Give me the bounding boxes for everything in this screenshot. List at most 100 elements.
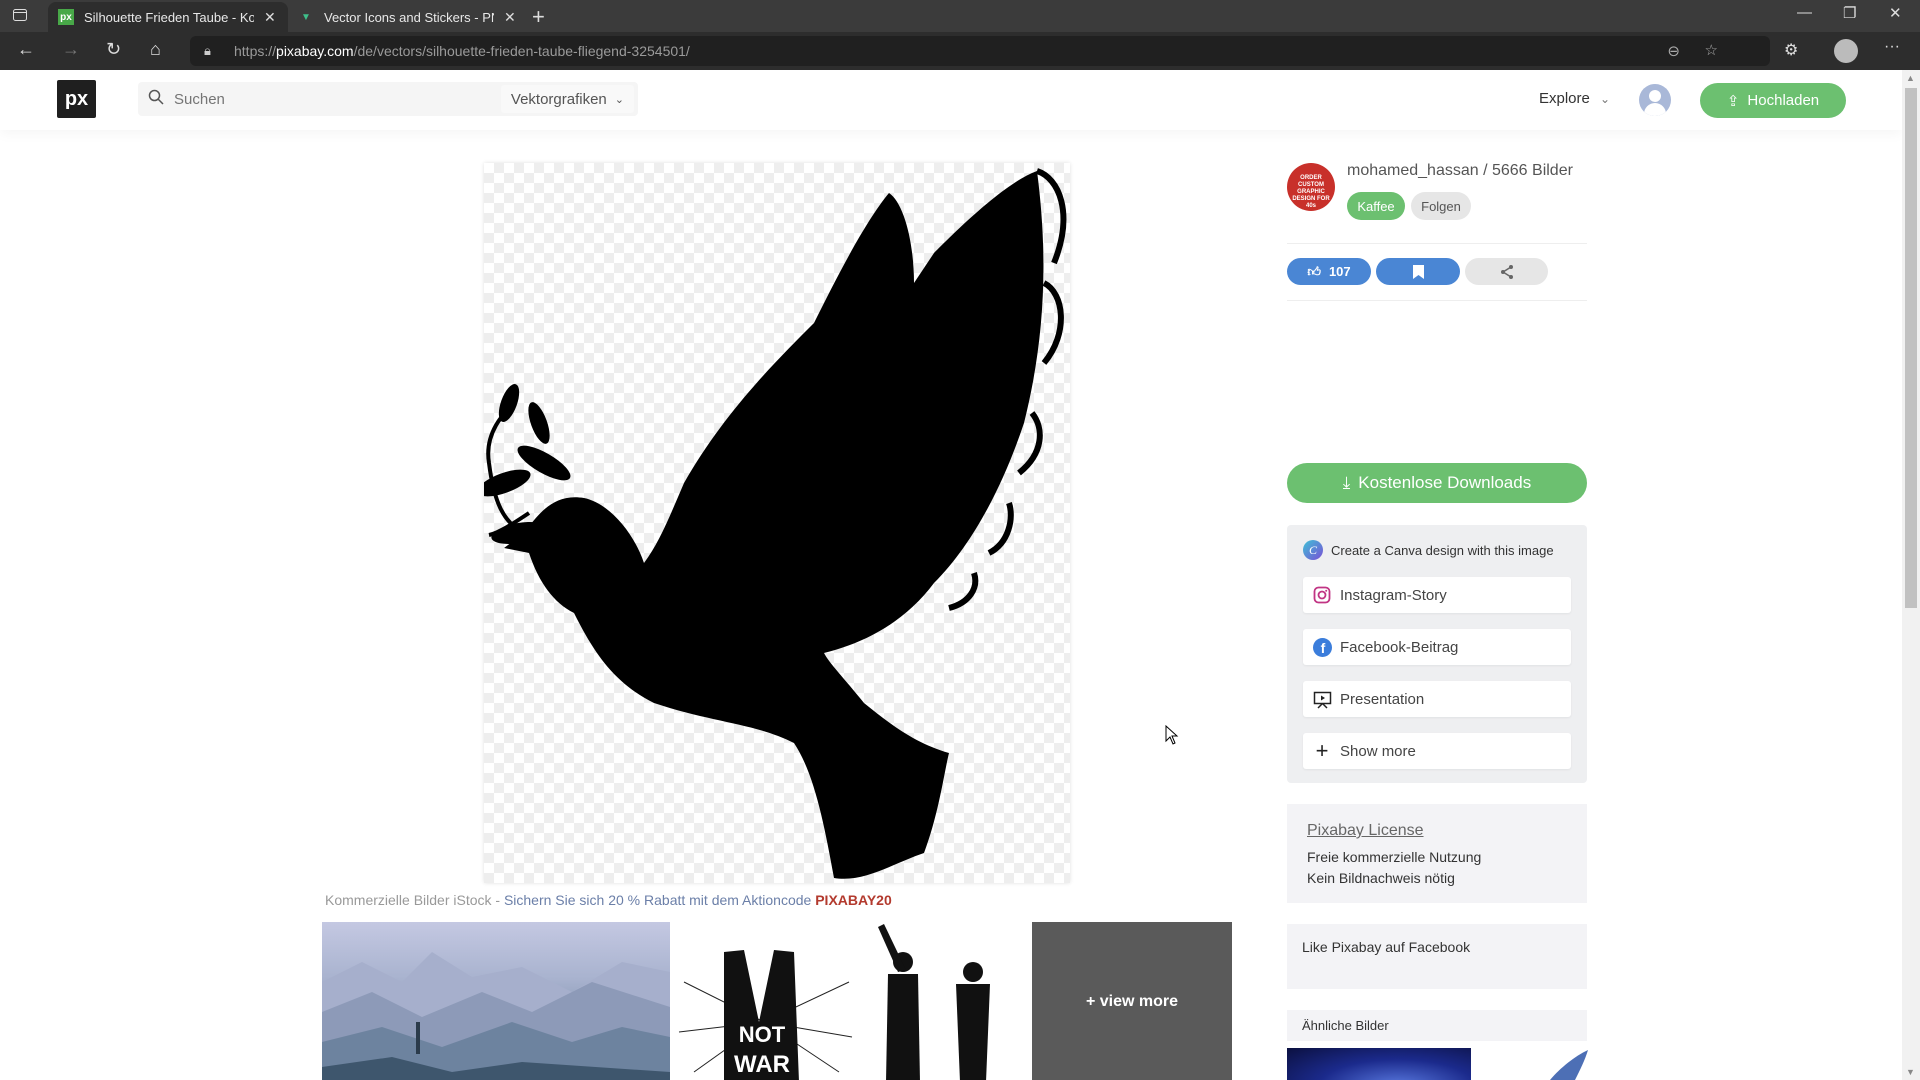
coffee-button[interactable]: Kaffee bbox=[1347, 192, 1405, 220]
add-favorite-icon[interactable]: ☆ bbox=[1705, 41, 1718, 59]
promo-prefix: Kommerzielle Bilder iStock - bbox=[325, 892, 504, 908]
search-type-dropdown[interactable]: Vektorgrafiken ⌄ bbox=[500, 85, 634, 113]
tab-title: Silhouette Frieden Taube - Koste bbox=[84, 9, 254, 25]
tab-actions-icon[interactable] bbox=[12, 7, 34, 25]
follow-button[interactable]: Folgen bbox=[1411, 192, 1471, 220]
license-panel: Pixabay License Freie kommerzielle Nutzu… bbox=[1287, 804, 1587, 903]
scroll-up-icon[interactable]: ▲ bbox=[1906, 73, 1915, 83]
author-name[interactable]: mohamed_hassan / 5666 Bilder bbox=[1347, 162, 1573, 180]
close-tab-icon[interactable]: ✕ bbox=[504, 9, 516, 26]
more-menu-icon[interactable]: ··· bbox=[1884, 38, 1900, 56]
similar-images-title: Ähnliche Bilder bbox=[1302, 1018, 1389, 1033]
tab-title: Vector Icons and Stickers - PNG, bbox=[324, 9, 494, 25]
canva-presentation[interactable]: Presentation bbox=[1303, 681, 1571, 717]
upload-button[interactable]: ⇪ Hochladen bbox=[1700, 83, 1846, 118]
author-avatar[interactable]: ORDER CUSTOM GRAPHIC DESIGN FOR 40s bbox=[1287, 163, 1335, 211]
instagram-icon bbox=[1312, 585, 1332, 605]
reload-icon[interactable]: ↻ bbox=[106, 39, 121, 60]
home-icon[interactable]: ⌂ bbox=[150, 39, 161, 60]
url-text[interactable]: https://pixabay.com/de/vectors/silhouett… bbox=[234, 43, 690, 59]
license-link[interactable]: Pixabay License bbox=[1307, 822, 1424, 840]
share-icon bbox=[1500, 264, 1513, 279]
thumbs-up-icon: 👍︎ bbox=[1307, 263, 1321, 279]
mouse-cursor-icon bbox=[1165, 724, 1179, 750]
canva-item-label: Facebook-Beitrag bbox=[1340, 638, 1459, 656]
profile-avatar[interactable] bbox=[1834, 39, 1858, 63]
page-scrollbar[interactable]: ▲ ▼ bbox=[1902, 70, 1920, 1080]
search-icon[interactable] bbox=[148, 89, 164, 110]
presentation-icon bbox=[1312, 689, 1332, 709]
restore-icon[interactable]: ❐ bbox=[1843, 4, 1856, 22]
free-download-button[interactable]: ⤓ Kostenlose Downloads bbox=[1287, 463, 1587, 503]
chevron-down-icon: ⌄ bbox=[1600, 92, 1611, 106]
facebook-icon: f bbox=[1312, 637, 1332, 657]
canva-panel: C Create a Canva design with this image … bbox=[1287, 525, 1587, 783]
upload-icon: ⇪ bbox=[1726, 92, 1740, 110]
new-tab-icon[interactable]: + bbox=[532, 4, 545, 30]
divider bbox=[1287, 243, 1587, 244]
browser-tabstrip: px Silhouette Frieden Taube - Koste ✕ ▼ … bbox=[0, 0, 1920, 32]
pixabay-logo[interactable]: px bbox=[57, 80, 96, 118]
download-label: Kostenlose Downloads bbox=[1358, 473, 1532, 492]
lock-icon[interactable]: 🔒︎ bbox=[204, 43, 218, 59]
facebook-like-text: Like Pixabay auf Facebook bbox=[1302, 939, 1471, 955]
canva-item-label: Instagram-Story bbox=[1340, 586, 1447, 604]
site-header: px Vektorgrafiken ⌄ Explore ⌄ ⇪ Hochlade… bbox=[0, 70, 1902, 130]
explore-label: Explore bbox=[1539, 90, 1590, 107]
address-bar[interactable]: 🔒︎ https://pixabay.com/de/vectors/silhou… bbox=[190, 36, 1770, 66]
zoom-out-icon[interactable]: ⊖ bbox=[1667, 42, 1680, 60]
thumbnail-mountains[interactable] bbox=[322, 922, 670, 1080]
upload-label: Hochladen bbox=[1747, 92, 1820, 109]
scroll-down-icon[interactable]: ▼ bbox=[1906, 1067, 1915, 1077]
extensions-icon[interactable]: ⚙ bbox=[1784, 40, 1798, 60]
pixabay-favicon-icon: px bbox=[58, 9, 74, 25]
divider bbox=[1287, 300, 1587, 301]
search-type-label: Vektorgrafiken bbox=[510, 90, 607, 108]
similar-images-header: Ähnliche Bilder bbox=[1287, 1010, 1587, 1041]
back-icon[interactable]: ← bbox=[17, 39, 35, 60]
close-window-icon[interactable]: ✕ bbox=[1889, 4, 1902, 22]
search-bar: Vektorgrafiken ⌄ bbox=[138, 82, 638, 116]
similar-thumbnail-1[interactable] bbox=[1287, 1048, 1471, 1080]
scrollbar-thumb[interactable] bbox=[1905, 88, 1917, 608]
download-icon: ⤓ bbox=[1342, 473, 1351, 492]
like-count: 107 bbox=[1328, 264, 1351, 279]
thumb-text-war: WAR bbox=[734, 1051, 790, 1078]
facebook-like-panel: Like Pixabay auf Facebook bbox=[1287, 924, 1587, 989]
canva-heading: Create a Canva design with this image bbox=[1331, 542, 1554, 558]
similar-thumbnail-2[interactable] bbox=[1500, 1048, 1590, 1080]
bookmark-icon bbox=[1412, 264, 1424, 279]
canva-show-more[interactable]: + Show more bbox=[1303, 733, 1571, 769]
tab-pixabay[interactable]: px Silhouette Frieden Taube - Koste ✕ bbox=[48, 2, 288, 32]
share-button[interactable] bbox=[1465, 258, 1548, 285]
like-button[interactable]: 👍︎ 107 bbox=[1287, 258, 1371, 285]
svg-text:f: f bbox=[1320, 640, 1325, 656]
dove-silhouette-image bbox=[473, 168, 1067, 879]
canva-item-label: Show more bbox=[1340, 742, 1416, 760]
thumb-text-not: NOT bbox=[739, 1022, 786, 1047]
promo-code: PIXABAY20 bbox=[815, 892, 892, 908]
license-line-2: Kein Bildnachweis nötig bbox=[1307, 870, 1455, 886]
plus-icon: + bbox=[1315, 738, 1329, 763]
istock-promo[interactable]: Kommerzielle Bilder iStock - Sichern Sie… bbox=[325, 892, 892, 908]
canva-logo-icon: C bbox=[1303, 540, 1323, 560]
vector-favicon-icon: ▼ bbox=[301, 11, 311, 23]
search-input[interactable] bbox=[174, 90, 474, 108]
page: px Vektorgrafiken ⌄ Explore ⌄ ⇪ Hochlade… bbox=[0, 70, 1902, 1080]
view-more-button[interactable]: + view more bbox=[1032, 922, 1232, 1080]
tab-vector-icons[interactable]: ▼ Vector Icons and Stickers - PNG, ✕ bbox=[288, 2, 528, 32]
canva-item-label: Presentation bbox=[1340, 690, 1425, 708]
bookmark-button[interactable] bbox=[1376, 258, 1460, 285]
close-tab-icon[interactable]: ✕ bbox=[264, 9, 276, 26]
thumbnail-silhouette-men[interactable] bbox=[858, 922, 1028, 1080]
main-image[interactable] bbox=[473, 163, 1070, 883]
thumbnail-make-love-not-war[interactable]: NOT WAR bbox=[674, 922, 854, 1080]
user-avatar[interactable] bbox=[1639, 84, 1671, 116]
canva-instagram-story[interactable]: Instagram-Story bbox=[1303, 577, 1571, 613]
browser-toolbar: ← → ↻ ⌂ 🔒︎ https://pixabay.com/de/vector… bbox=[0, 32, 1920, 70]
canva-facebook-post[interactable]: f Facebook-Beitrag bbox=[1303, 629, 1571, 665]
forward-icon[interactable]: → bbox=[62, 39, 80, 60]
minimize-icon[interactable]: — bbox=[1797, 4, 1812, 21]
promo-link[interactable]: Sichern Sie sich 20 % Rabatt mit dem Akt… bbox=[504, 892, 815, 908]
explore-menu[interactable]: Explore ⌄ bbox=[1539, 90, 1610, 107]
